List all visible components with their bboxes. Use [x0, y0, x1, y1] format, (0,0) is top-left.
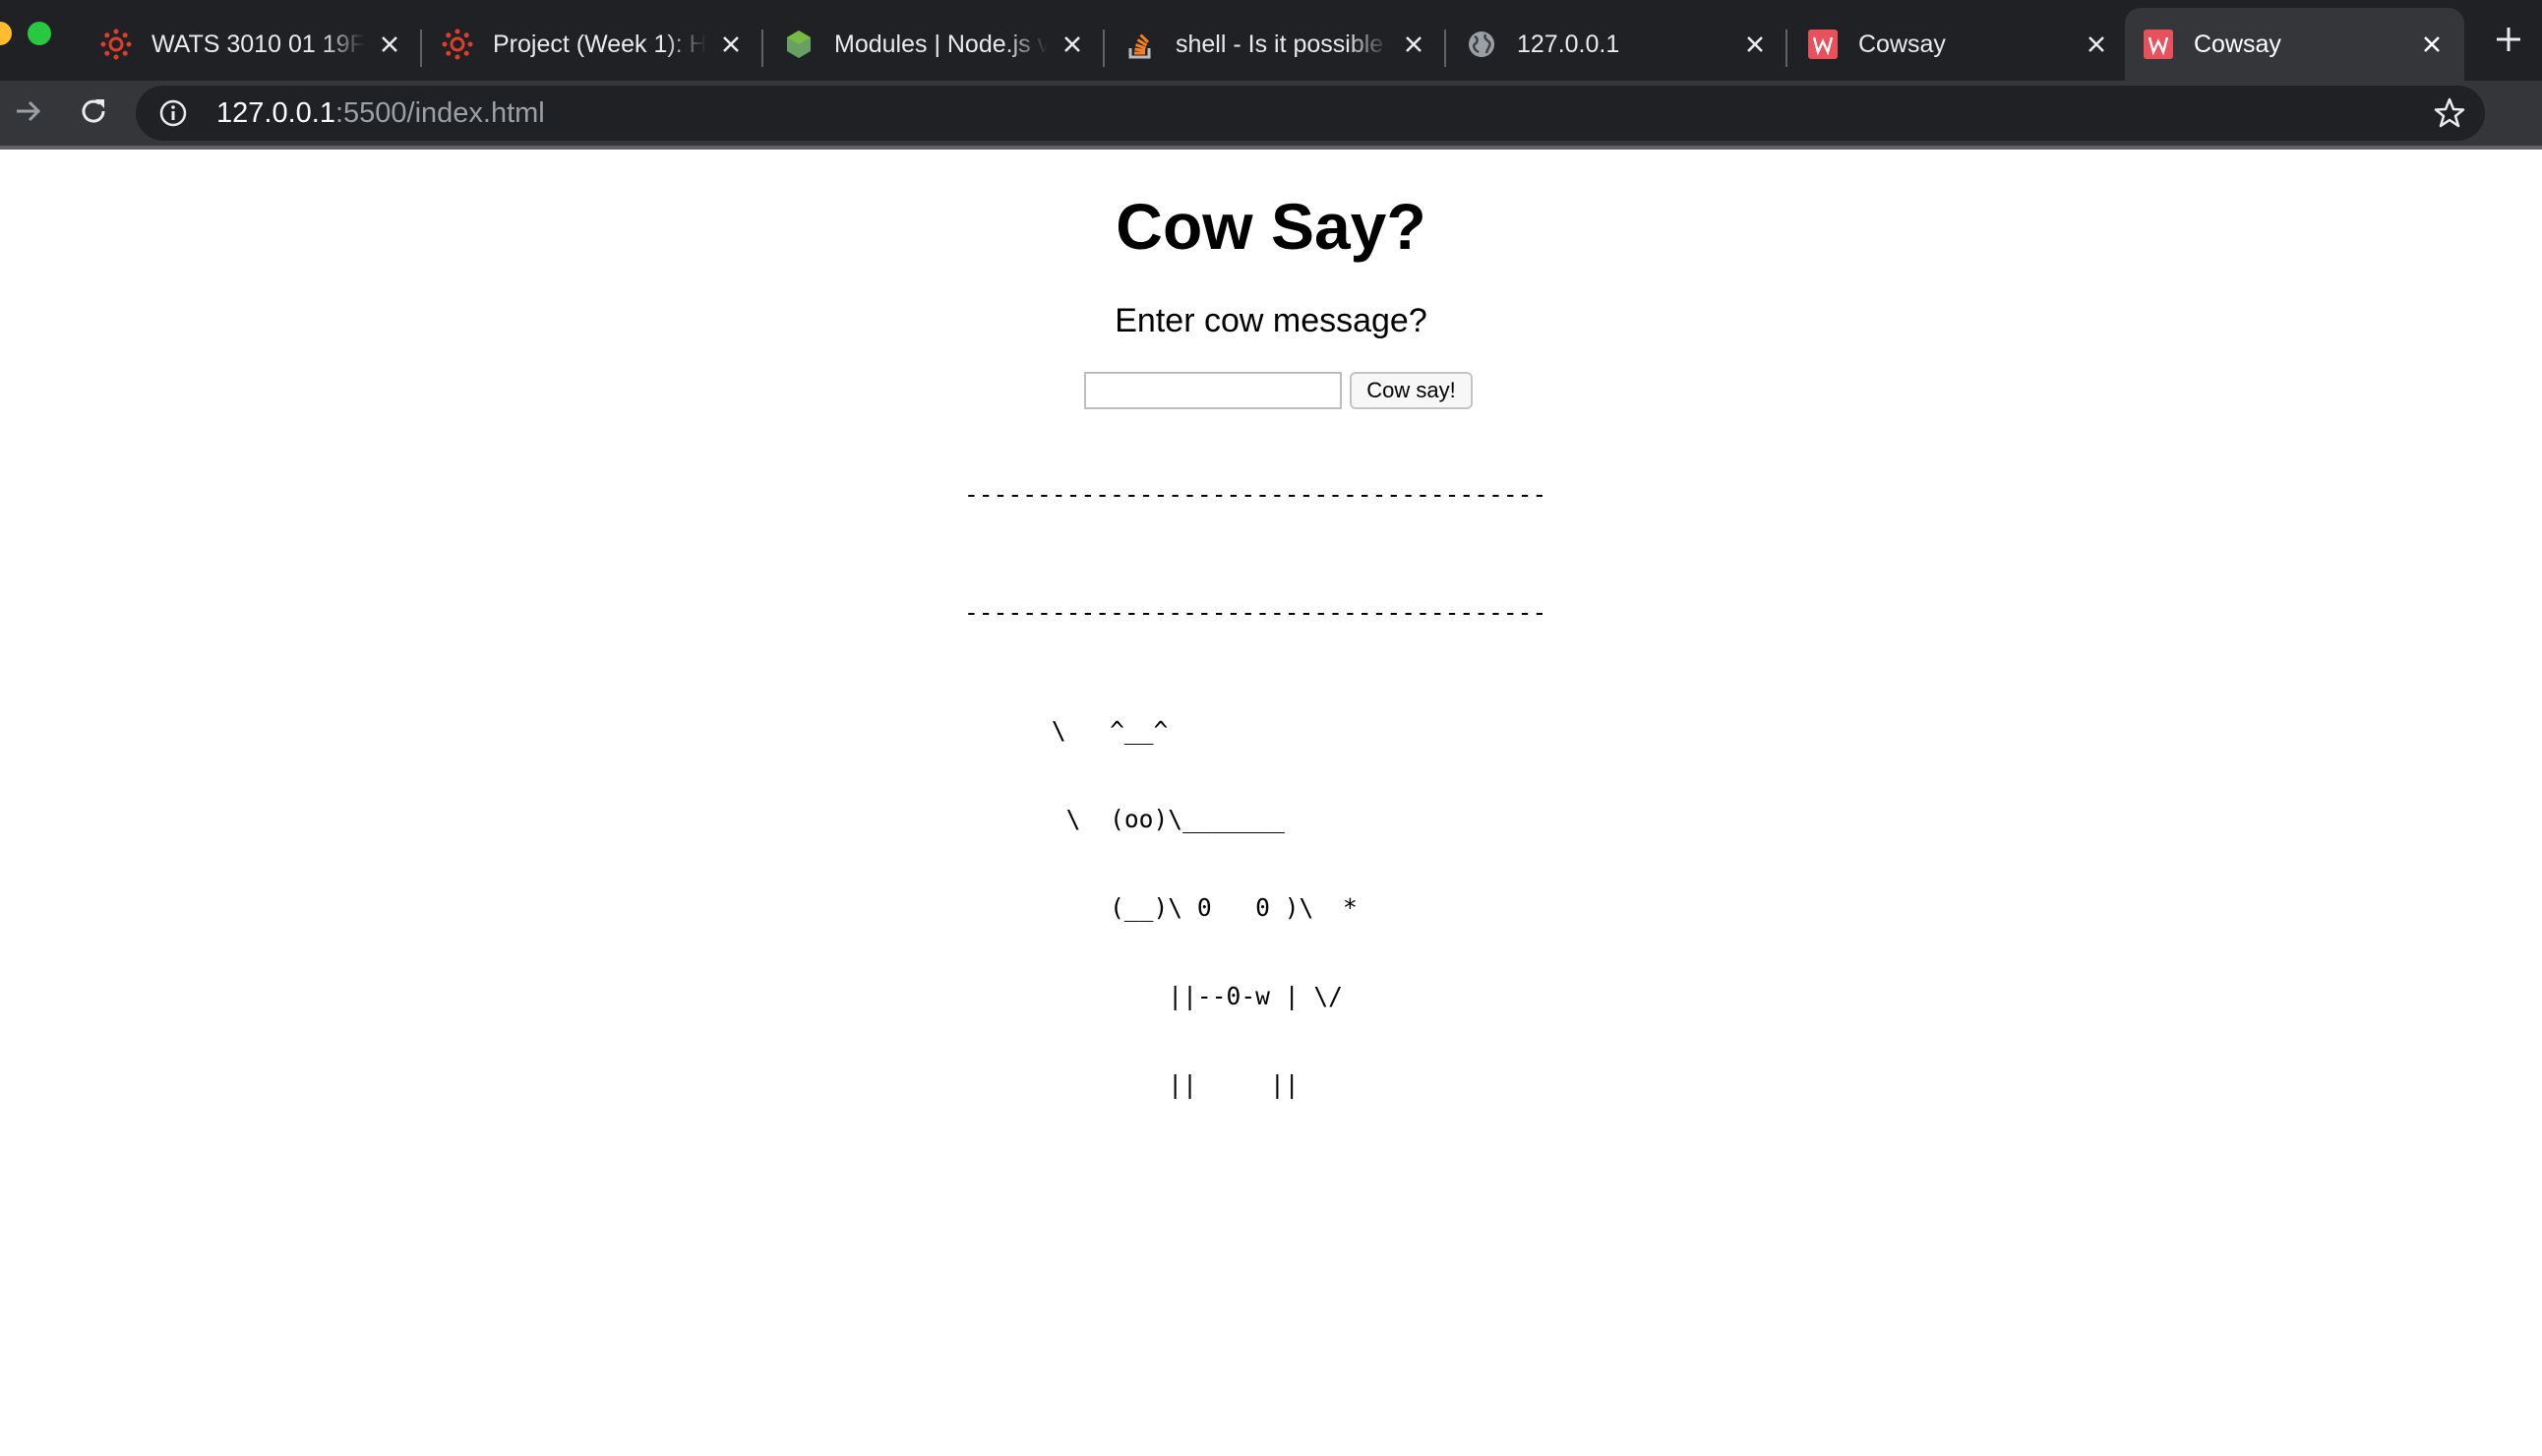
tab-separator — [420, 30, 422, 67]
tab-title: 127.0.0.1 — [1517, 30, 1620, 58]
tab-title: shell - Is it possible — [1176, 30, 1384, 58]
close-icon[interactable] — [1058, 30, 1087, 59]
w-logo-icon — [1807, 29, 1839, 60]
page-content: Cow Say? Enter cow message? Cow say! ---… — [0, 150, 2542, 1456]
reload-button[interactable] — [73, 92, 114, 134]
browser-tab-wats[interactable]: WATS 3010 01 19FC — [83, 8, 422, 81]
close-icon[interactable] — [1399, 30, 1428, 59]
plus-icon — [2494, 25, 2523, 59]
canvas-logo-icon — [442, 29, 473, 60]
cow-say-button[interactable]: Cow say! — [1350, 372, 1473, 409]
globe-icon — [1466, 29, 1497, 60]
info-icon[interactable] — [157, 97, 189, 129]
tab-separator — [1103, 30, 1105, 67]
canvas-logo-icon — [100, 29, 132, 60]
stackoverflow-icon — [1124, 29, 1156, 60]
close-icon[interactable] — [2417, 30, 2447, 59]
tab-separator — [1444, 30, 1446, 67]
minimize-window-button[interactable] — [0, 22, 12, 45]
close-icon[interactable] — [1740, 30, 1770, 59]
tab-title: WATS 3010 01 19FC — [151, 30, 365, 58]
cow-art-line: || || — [964, 1070, 1300, 1099]
address-bar[interactable]: 127.0.0.1:5500/index.html — [136, 86, 2485, 141]
cow-art-line: \ (oo)\_______ — [964, 805, 1285, 833]
browser-tab-cowsay[interactable]: Cowsay — [1789, 8, 2129, 81]
close-icon[interactable] — [375, 30, 404, 59]
zoom-window-button[interactable] — [28, 22, 51, 45]
speech-bubble-bottom-border: ---------------------------------------- — [964, 598, 1547, 627]
browser-tab-project[interactable]: Project (Week 1): H — [424, 8, 763, 81]
tab-separator — [1785, 30, 1787, 67]
browser-tab-cowsay-active[interactable]: Cowsay — [2125, 8, 2464, 81]
bookmark-star-icon[interactable] — [2432, 95, 2467, 131]
w-logo-icon — [2143, 29, 2174, 60]
tab-title: Cowsay — [1858, 30, 1946, 58]
cow-message-input[interactable] — [1084, 372, 1342, 409]
close-icon[interactable] — [716, 30, 746, 59]
reload-icon — [78, 95, 109, 132]
url-path: :5500/index.html — [334, 96, 545, 129]
browser-toolbar: 127.0.0.1:5500/index.html — [0, 81, 2542, 212]
tab-strip: WATS 3010 01 19FC Project (Week 1): H Mo… — [0, 0, 2542, 81]
forward-button[interactable] — [8, 92, 49, 134]
url-host: 127.0.0.1 — [216, 96, 335, 129]
speech-bubble-top-border: ---------------------------------------- — [964, 480, 1547, 509]
cow-art-line: (__)\ 0 0 )\ * — [964, 893, 1358, 922]
arrow-right-icon — [13, 95, 44, 132]
tab-title: Project (Week 1): H — [493, 30, 706, 58]
new-tab-button[interactable] — [2489, 22, 2528, 61]
tab-title: Modules | Node.js v — [834, 30, 1048, 58]
cow-art-line: ||--0-w | \/ — [964, 982, 1343, 1010]
browser-tab-stackoverflow[interactable]: shell - Is it possible — [1107, 8, 1446, 81]
tab-separator — [761, 30, 763, 67]
tab-title: Cowsay — [2194, 30, 2281, 58]
url-text: 127.0.0.1:5500/index.html — [216, 97, 545, 130]
cow-art-line: \ ^__^ — [964, 716, 1169, 745]
browser-tab-localhost[interactable]: 127.0.0.1 — [1448, 8, 1787, 81]
close-icon[interactable] — [2082, 30, 2111, 59]
page-title: Cow Say? — [1116, 190, 1426, 263]
message-prompt: Enter cow message? — [1115, 302, 1427, 339]
cow-output: ----------------------------------------… — [964, 421, 1594, 1159]
browser-tab-nodejs[interactable]: Modules | Node.js v — [765, 8, 1105, 81]
nodejs-logo-icon — [783, 29, 815, 60]
